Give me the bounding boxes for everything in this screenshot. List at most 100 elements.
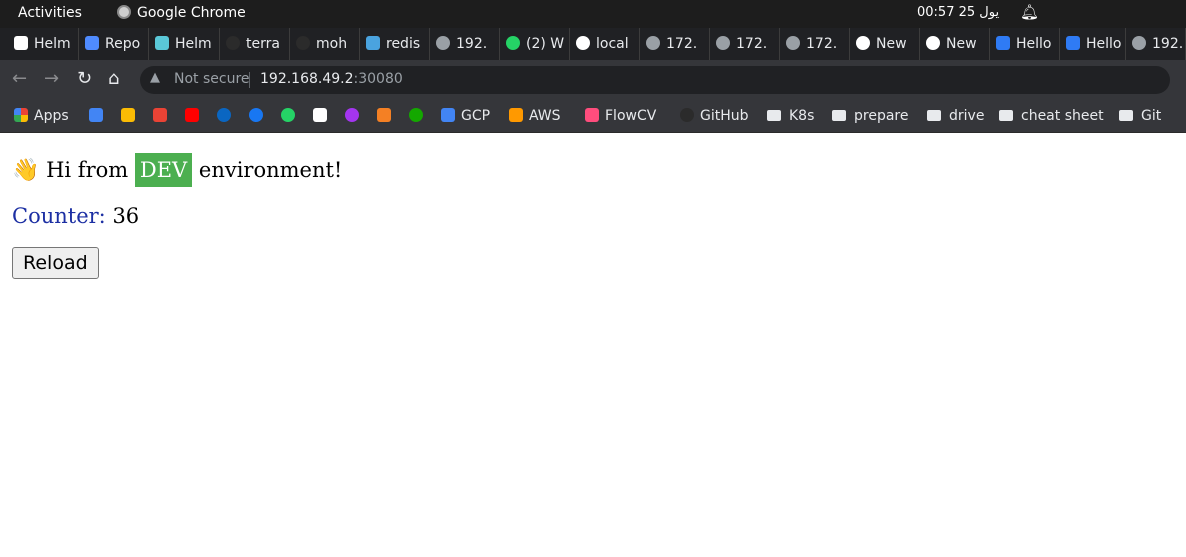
bookmark-folder[interactable]: cheat sheet bbox=[999, 100, 1104, 132]
divider bbox=[249, 72, 250, 88]
tab-title: New bbox=[876, 36, 907, 52]
reload-icon[interactable]: ↻ bbox=[77, 68, 92, 89]
google-translate-icon bbox=[89, 108, 103, 122]
folder-label: drive bbox=[949, 108, 985, 124]
security-status[interactable]: Not secure bbox=[174, 71, 250, 87]
bookmark-item[interactable]: GCP bbox=[441, 100, 490, 132]
clock[interactable]: 00:57 25 يول bbox=[917, 5, 999, 20]
bookmark-label: GCP bbox=[461, 108, 491, 124]
aws-icon bbox=[509, 108, 523, 122]
chrome-icon bbox=[117, 5, 131, 19]
activities-button[interactable]: Activities bbox=[18, 5, 82, 21]
browser-tab[interactable]: Hello bbox=[990, 28, 1060, 60]
browser-tab[interactable]: Helm bbox=[149, 28, 220, 60]
tab-title: redis bbox=[386, 36, 421, 52]
bookmark-linkedin[interactable] bbox=[217, 100, 237, 132]
tab-title: 192. bbox=[1152, 36, 1184, 52]
tab-strip: Helm Repo Helm terra moh redis 192. (2) W local 1… bbox=[0, 28, 1186, 60]
url-host: 192.168.49.2 bbox=[260, 71, 354, 87]
folder-icon bbox=[999, 110, 1013, 121]
app-name: Google Chrome bbox=[137, 5, 246, 21]
counter-label: Counter: bbox=[12, 204, 106, 228]
url-port: :30080 bbox=[353, 71, 403, 87]
bell-icon[interactable]: 🔔︎ bbox=[1020, 3, 1039, 21]
bookmark-apps[interactable]: Apps bbox=[14, 100, 69, 132]
browser-tab[interactable]: Repo bbox=[79, 28, 149, 60]
browser-tab[interactable]: 192. bbox=[430, 28, 500, 60]
browser-tab[interactable]: redis bbox=[360, 28, 430, 60]
browser-tab[interactable]: New bbox=[850, 28, 920, 60]
gmail-icon bbox=[153, 108, 167, 122]
repo-icon bbox=[85, 36, 99, 50]
bookmark-item[interactable]: GitHub bbox=[680, 100, 749, 132]
tab-title: moh bbox=[316, 36, 348, 52]
browser-tab[interactable]: 192. bbox=[1126, 28, 1186, 60]
bookmark-label: AWS bbox=[529, 108, 561, 124]
jetbrains-icon bbox=[14, 36, 28, 50]
bookmark-folder[interactable]: prepare bbox=[832, 100, 908, 132]
counter-value: 36 bbox=[112, 204, 140, 228]
github-icon bbox=[296, 36, 310, 50]
bookmark-youtube[interactable] bbox=[185, 100, 205, 132]
greeting-suffix: environment! bbox=[198, 158, 343, 182]
folder-label: K8s bbox=[789, 108, 815, 124]
warning-icon[interactable]: ▲ bbox=[150, 70, 160, 85]
gcp-icon bbox=[441, 108, 455, 122]
github-icon bbox=[226, 36, 240, 50]
globe-icon bbox=[646, 36, 660, 50]
browser-tab[interactable]: local bbox=[570, 28, 640, 60]
notion-icon bbox=[313, 108, 327, 122]
bookmark-notion[interactable] bbox=[313, 100, 333, 132]
browser-tab[interactable]: Hello bbox=[1060, 28, 1126, 60]
bookmark-stackoverflow[interactable] bbox=[377, 100, 397, 132]
back-arrow-icon[interactable]: ← bbox=[12, 68, 27, 89]
bookmark-google-translate[interactable] bbox=[89, 100, 109, 132]
bookmark-whatsapp[interactable] bbox=[281, 100, 301, 132]
bookmarks-bar: Apps GCP AWS FlowCV GitHub K8s prepare drive che… bbox=[0, 100, 1186, 133]
bookmark-gmail[interactable] bbox=[153, 100, 173, 132]
hex-icon bbox=[366, 36, 380, 50]
bookmark-google-drive[interactable] bbox=[121, 100, 141, 132]
bookmark-folder[interactable]: drive bbox=[927, 100, 984, 132]
browser-tab[interactable]: (2) W bbox=[500, 28, 570, 60]
folder-icon bbox=[927, 110, 941, 121]
address-bar[interactable]: ▲ Not secure 192.168.49.2:30080 bbox=[140, 66, 1170, 94]
browser-tab[interactable]: Helm bbox=[8, 28, 79, 60]
bookmark-facebook[interactable] bbox=[249, 100, 269, 132]
bookmark-folder[interactable]: K8s bbox=[767, 100, 814, 132]
browser-tab[interactable]: 172. bbox=[640, 28, 710, 60]
chrome-icon bbox=[926, 36, 940, 50]
bookmark-item[interactable]: AWS bbox=[509, 100, 561, 132]
home-icon[interactable]: ⌂ bbox=[108, 68, 119, 89]
linkedin-icon bbox=[217, 108, 231, 122]
tab-title: 192. bbox=[456, 36, 488, 52]
bookmark-label: GitHub bbox=[700, 108, 749, 124]
browser-tab[interactable]: 172. bbox=[710, 28, 780, 60]
tab-title: 172. bbox=[806, 36, 838, 52]
bookmark-udemy[interactable] bbox=[345, 100, 365, 132]
cloud-icon bbox=[996, 36, 1010, 50]
bookmark-upwork[interactable] bbox=[409, 100, 429, 132]
reload-button[interactable]: Reload bbox=[12, 247, 99, 279]
folder-label: Git bbox=[1141, 108, 1162, 124]
app-menu[interactable]: Google Chrome bbox=[117, 5, 246, 21]
chrome-icon bbox=[856, 36, 870, 50]
youtube-icon bbox=[185, 108, 199, 122]
folder-label: cheat sheet bbox=[1021, 108, 1104, 124]
tab-title: Hello bbox=[1086, 36, 1122, 52]
browser-tab[interactable]: terra bbox=[220, 28, 290, 60]
bookmark-label: FlowCV bbox=[605, 108, 657, 124]
folder-label: prepare bbox=[854, 108, 909, 124]
browser-tab[interactable]: New bbox=[920, 28, 990, 60]
environment-badge: DEV bbox=[134, 153, 193, 187]
system-top-bar: Activities Google Chrome 00:57 25 يول 🔔︎ bbox=[0, 0, 1186, 28]
tab-title: New bbox=[946, 36, 977, 52]
greeting-prefix: Hi from bbox=[46, 158, 129, 182]
bookmark-folder[interactable]: Git bbox=[1119, 100, 1161, 132]
bookmark-item[interactable]: FlowCV bbox=[585, 100, 656, 132]
forward-arrow-icon[interactable]: → bbox=[44, 68, 59, 89]
browser-tab[interactable]: 172. bbox=[780, 28, 850, 60]
upwork-icon bbox=[409, 108, 423, 122]
github-icon bbox=[680, 108, 694, 122]
browser-tab[interactable]: moh bbox=[290, 28, 360, 60]
